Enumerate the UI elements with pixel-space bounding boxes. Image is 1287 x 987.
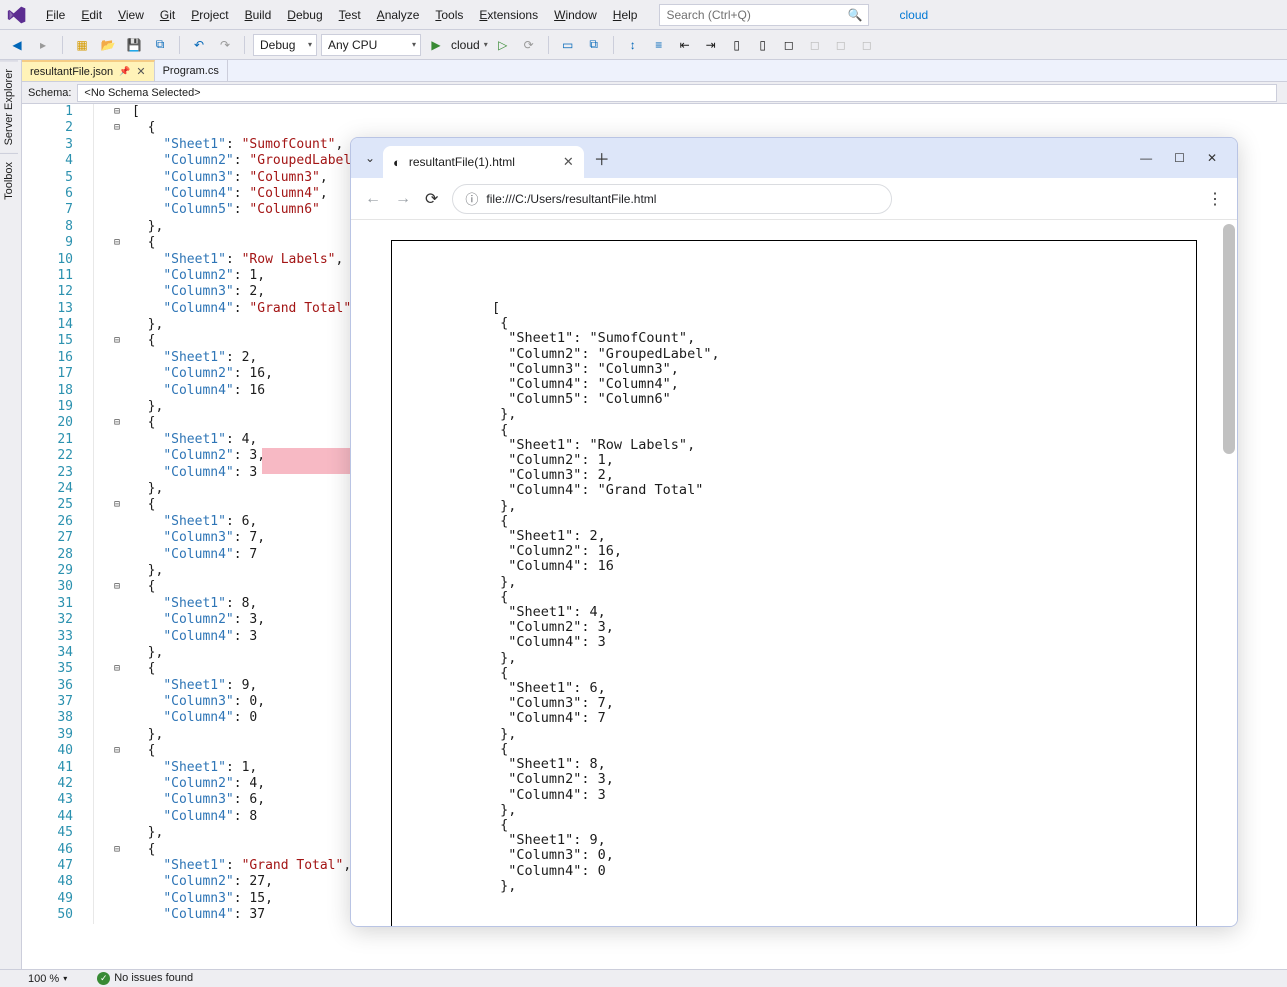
platform-selector[interactable]: Any CPU (321, 34, 421, 56)
document-tab-well: resultantFile.json 📌 ✕ Program.cs (22, 60, 1287, 82)
line-number-gutter: 1234567891011121314151617181920212223242… (22, 104, 94, 924)
menu-view[interactable]: View (110, 4, 152, 26)
config-selector[interactable]: Debug (253, 34, 317, 56)
close-window-icon[interactable]: ✕ (1207, 151, 1217, 165)
issues-status[interactable]: ✓No issues found (97, 972, 193, 985)
menu-window[interactable]: Window (546, 4, 605, 26)
maximize-icon[interactable]: ☐ (1174, 151, 1185, 165)
browser-titlebar[interactable]: ⌄ ◐ resultantFile(1).html ✕ ＋ — ☐ ✕ (351, 138, 1237, 178)
tb-icon-1[interactable]: ▭ (557, 34, 579, 56)
undo-icon[interactable]: ↶ (188, 34, 210, 56)
menu-tools[interactable]: Tools (427, 4, 471, 26)
nav-forward-browser-icon: → (395, 190, 411, 208)
menu-file[interactable]: File (38, 4, 73, 26)
rail-server-explorer[interactable]: Server Explorer (0, 60, 18, 153)
indent-right-icon[interactable]: ⇥ (700, 34, 722, 56)
menu-bar: FileEditViewGitProjectBuildDebugTestAnal… (0, 0, 1287, 30)
schema-selector[interactable]: <No Schema Selected> (77, 84, 1277, 102)
open-file-icon[interactable]: 📂 (97, 34, 119, 56)
menu-build[interactable]: Build (237, 4, 280, 26)
uncomment-icon[interactable]: ▯ (752, 34, 774, 56)
zoom-level[interactable]: 100 % ▾ (28, 973, 67, 985)
search-input[interactable]: Search (Ctrl+Q) 🔍 (659, 4, 869, 26)
menu-debug[interactable]: Debug (279, 4, 330, 26)
schema-label: Schema: (28, 87, 71, 99)
page-favicon-icon: ◐ (393, 155, 401, 170)
browser-menu-icon[interactable]: ⋮ (1207, 189, 1223, 209)
start-target-label[interactable]: cloud (451, 38, 480, 52)
browser-viewport[interactable]: [ { "Sheet1": "SumofCount", "Column2": "… (351, 220, 1237, 926)
site-info-icon[interactable]: ⓘ (465, 189, 478, 208)
ok-check-icon: ✓ (97, 972, 110, 985)
menu-analyze[interactable]: Analyze (369, 4, 428, 26)
new-tab-button[interactable]: ＋ (594, 146, 610, 170)
nav-fwd-icon[interactable]: ▸ (32, 34, 54, 56)
page-content: [ { "Sheet1": "SumofCount", "Column2": "… (391, 240, 1197, 926)
bookmark-next-icon: ◻ (830, 34, 852, 56)
tb-icon-3[interactable]: ↕ (622, 34, 644, 56)
tb-icon-4[interactable]: ≡ (648, 34, 670, 56)
status-bar: 100 % ▾ ✓No issues found (0, 969, 1287, 987)
nav-back-icon[interactable]: ◀ (6, 34, 28, 56)
search-icon: 🔍 (848, 8, 863, 22)
tab-close-icon[interactable]: ✕ (563, 154, 574, 170)
bookmark-clear-icon: ◻ (856, 34, 878, 56)
start-debug-icon[interactable]: ▶ (425, 34, 447, 56)
browser-scrollbar[interactable] (1223, 224, 1235, 454)
vs-logo-icon (6, 4, 28, 26)
pin-icon[interactable]: 📌 (119, 66, 130, 77)
indent-left-icon[interactable]: ⇤ (674, 34, 696, 56)
browser-window: ⌄ ◐ resultantFile(1).html ✕ ＋ — ☐ ✕ ← → … (350, 137, 1238, 927)
save-icon[interactable]: 💾 (123, 34, 145, 56)
start-nodebug-icon[interactable]: ▷ (492, 34, 514, 56)
menu-extensions[interactable]: Extensions (471, 4, 546, 26)
menu-help[interactable]: Help (605, 4, 646, 26)
menu-project[interactable]: Project (183, 4, 236, 26)
cloud-account-label[interactable]: cloud (899, 8, 928, 22)
menu-git[interactable]: Git (152, 4, 183, 26)
nav-back-browser-icon: ← (365, 190, 381, 208)
url-text: file:///C:/Users/resultantFile.html (486, 192, 656, 206)
hot-reload-icon: ⟳ (518, 34, 540, 56)
schema-bar: Schema: <No Schema Selected> (22, 82, 1287, 104)
left-rail: Server Explorer Toolbox (0, 60, 22, 969)
browser-tab-title: resultantFile(1).html (409, 155, 515, 169)
tab-search-icon[interactable]: ⌄ (357, 145, 383, 171)
minimize-icon[interactable]: — (1140, 151, 1152, 165)
bookmark-prev-icon: ◻ (804, 34, 826, 56)
reload-icon[interactable]: ⟳ (425, 189, 438, 209)
save-all-icon[interactable]: ⧉ (149, 34, 171, 56)
new-project-icon[interactable]: ▦ (71, 34, 93, 56)
rail-toolbox[interactable]: Toolbox (0, 153, 18, 208)
tb-icon-2[interactable]: ⧉ (583, 34, 605, 56)
menu-test[interactable]: Test (331, 4, 369, 26)
address-bar[interactable]: ⓘ file:///C:/Users/resultantFile.html (452, 184, 892, 214)
browser-toolbar: ← → ⟳ ⓘ file:///C:/Users/resultantFile.h… (351, 178, 1237, 220)
fold-column[interactable]: ⊟⊟⊟⊟⊟⊟⊟⊟⊟⊟ (110, 104, 124, 924)
main-toolbar: ◀ ▸ ▦ 📂 💾 ⧉ ↶ ↷ Debug Any CPU ▶ cloud ▾ … (0, 30, 1287, 60)
browser-tab[interactable]: ◐ resultantFile(1).html ✕ (383, 146, 584, 178)
search-placeholder: Search (Ctrl+Q) (666, 8, 750, 22)
comment-icon[interactable]: ▯ (726, 34, 748, 56)
bookmark-icon[interactable]: ◻ (778, 34, 800, 56)
redo-icon[interactable]: ↷ (214, 34, 236, 56)
tab-resultantfile-json[interactable]: resultantFile.json 📌 ✕ (22, 60, 155, 81)
menu-edit[interactable]: Edit (73, 4, 110, 26)
close-icon[interactable]: ✕ (136, 65, 145, 78)
tab-program-cs[interactable]: Program.cs (155, 60, 228, 81)
